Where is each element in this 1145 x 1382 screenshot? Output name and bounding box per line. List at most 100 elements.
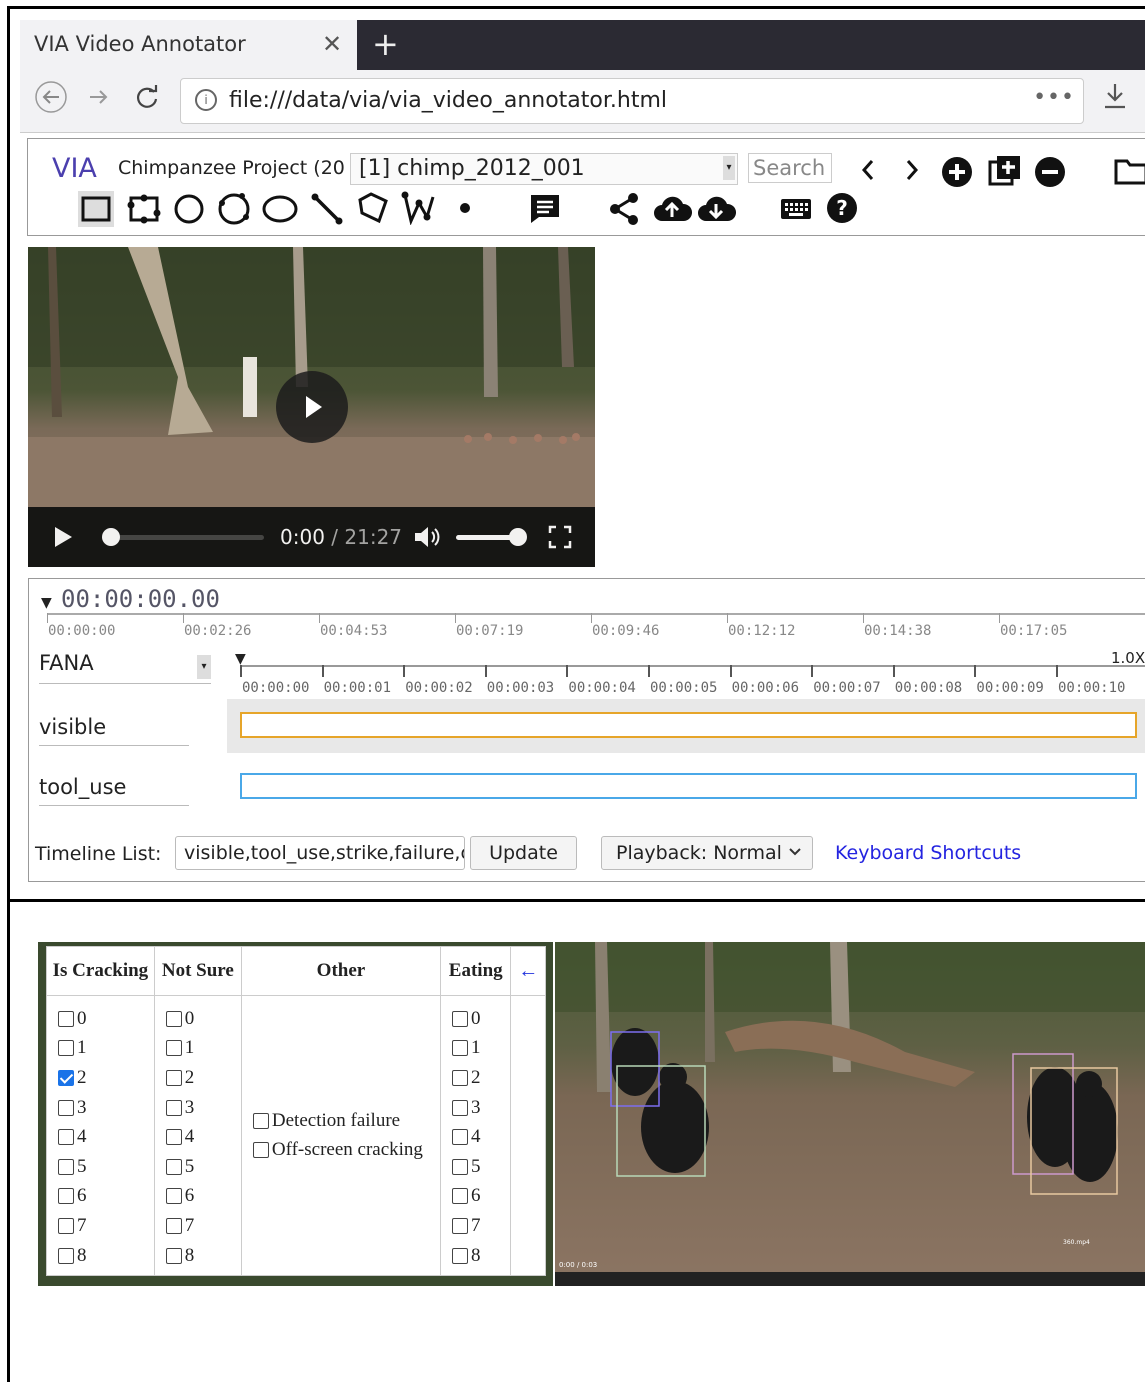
checkbox[interactable] bbox=[165, 1099, 182, 1116]
add-multiple-files-icon[interactable] bbox=[988, 154, 1022, 188]
back-icon[interactable] bbox=[34, 80, 68, 121]
timecode[interactable]: 00:00:00.00 bbox=[61, 585, 220, 613]
seek-bar[interactable] bbox=[102, 528, 264, 546]
track-bar-visible[interactable] bbox=[240, 712, 1137, 738]
checkbox[interactable] bbox=[165, 1040, 182, 1057]
keyboard-icon[interactable] bbox=[780, 197, 812, 221]
track-name-tool-use[interactable]: tool_use bbox=[39, 775, 189, 806]
project-name[interactable]: Chimpanzee Project (2012 bbox=[118, 157, 344, 179]
add-file-icon[interactable] bbox=[941, 156, 973, 188]
checkbox[interactable] bbox=[165, 1217, 182, 1234]
update-button[interactable]: Update bbox=[470, 836, 577, 870]
line-tool-icon[interactable] bbox=[310, 192, 344, 226]
page-actions-icon[interactable]: ••• bbox=[1033, 85, 1075, 110]
checkbox[interactable] bbox=[58, 1158, 74, 1175]
next-file-icon[interactable] bbox=[902, 157, 922, 183]
reload-icon[interactable] bbox=[134, 84, 160, 117]
is-cracking-option[interactable]: 3 bbox=[48, 1093, 153, 1123]
playback-select[interactable]: Playback: Normal bbox=[601, 836, 813, 870]
not-sure-option[interactable]: 0 bbox=[156, 1004, 240, 1034]
circle-tool-icon[interactable] bbox=[173, 193, 205, 225]
checkbox[interactable] bbox=[165, 1129, 182, 1146]
individual-select[interactable]: FANA ▾ bbox=[39, 651, 211, 684]
folder-icon[interactable] bbox=[1114, 157, 1145, 185]
eating-option[interactable]: 8 bbox=[442, 1241, 509, 1271]
checkbox[interactable] bbox=[452, 1247, 469, 1264]
eating-option[interactable]: 7 bbox=[442, 1211, 509, 1241]
extreme-circle-tool-icon[interactable] bbox=[216, 191, 252, 227]
checkbox[interactable] bbox=[452, 1188, 469, 1205]
eating-option[interactable]: 2 bbox=[442, 1063, 509, 1093]
option-off-screen-cracking[interactable]: Off-screen cracking bbox=[243, 1136, 439, 1166]
cloud-download-icon[interactable] bbox=[696, 193, 736, 223]
collapse-arrow-icon[interactable]: ← bbox=[510, 946, 546, 996]
checkbox[interactable] bbox=[165, 1188, 182, 1205]
eating-option[interactable]: 4 bbox=[442, 1122, 509, 1152]
checkbox[interactable] bbox=[58, 1069, 74, 1086]
checkbox[interactable] bbox=[452, 1010, 469, 1027]
not-sure-option[interactable]: 7 bbox=[156, 1211, 240, 1241]
checkbox[interactable] bbox=[58, 1040, 74, 1057]
eating-option[interactable]: 5 bbox=[442, 1152, 509, 1182]
eating-option[interactable]: 0 bbox=[442, 1004, 509, 1034]
extreme-rectangle-tool-icon[interactable] bbox=[126, 193, 162, 225]
not-sure-option[interactable]: 1 bbox=[156, 1034, 240, 1064]
checkbox[interactable] bbox=[165, 1069, 182, 1086]
checkbox[interactable] bbox=[58, 1188, 74, 1205]
file-select[interactable]: [1] chimp_2012_001 ▾ bbox=[350, 153, 738, 185]
checkbox[interactable] bbox=[58, 1247, 74, 1264]
search-input[interactable]: Search bbox=[748, 153, 832, 183]
url-bar[interactable]: i file:///data/via/via_video_annotator.h… bbox=[180, 78, 1084, 124]
checkbox[interactable] bbox=[452, 1069, 469, 1086]
cloud-upload-icon[interactable] bbox=[652, 193, 692, 223]
keyboard-shortcuts-link[interactable]: Keyboard Shortcuts bbox=[835, 842, 1021, 864]
checkbox[interactable] bbox=[165, 1158, 182, 1175]
volume-handle[interactable] bbox=[509, 528, 527, 546]
eating-option[interactable]: 1 bbox=[442, 1034, 509, 1064]
track-name-visible[interactable]: visible bbox=[39, 715, 189, 746]
checkbox[interactable] bbox=[58, 1129, 74, 1146]
new-tab-icon[interactable]: + bbox=[372, 25, 399, 63]
option-detection-failure[interactable]: Detection failure bbox=[243, 1106, 439, 1136]
is-cracking-option[interactable]: 5 bbox=[48, 1152, 153, 1182]
share-icon[interactable] bbox=[608, 192, 640, 226]
ellipse-tool-icon[interactable] bbox=[262, 194, 298, 224]
browser-tab[interactable]: VIA Video Annotator ✕ bbox=[20, 20, 357, 70]
not-sure-option[interactable]: 4 bbox=[156, 1122, 240, 1152]
rectangle-tool-icon[interactable] bbox=[78, 191, 114, 227]
polyline-tool-icon[interactable] bbox=[400, 191, 438, 225]
checkbox[interactable] bbox=[58, 1010, 74, 1027]
is-cracking-option[interactable]: 4 bbox=[48, 1122, 153, 1152]
metadata-editor-icon[interactable] bbox=[528, 192, 562, 226]
seek-handle[interactable] bbox=[102, 528, 120, 546]
checkbox[interactable] bbox=[58, 1217, 74, 1234]
checkbox[interactable] bbox=[452, 1217, 469, 1234]
remove-file-icon[interactable] bbox=[1034, 156, 1066, 188]
checkbox[interactable] bbox=[452, 1129, 469, 1146]
video-player[interactable]: 0:00 / 21:27 bbox=[28, 247, 595, 567]
checkbox[interactable] bbox=[252, 1112, 269, 1129]
not-sure-option[interactable]: 8 bbox=[156, 1241, 240, 1271]
is-cracking-option[interactable]: 8 bbox=[48, 1241, 153, 1271]
eating-option[interactable]: 3 bbox=[442, 1093, 509, 1123]
not-sure-option[interactable]: 3 bbox=[156, 1093, 240, 1123]
fullscreen-icon[interactable] bbox=[548, 525, 572, 553]
forward-icon[interactable] bbox=[86, 84, 112, 117]
close-tab-icon[interactable]: ✕ bbox=[322, 30, 342, 58]
checkbox[interactable] bbox=[252, 1142, 269, 1159]
eating-option[interactable]: 6 bbox=[442, 1182, 509, 1212]
help-icon[interactable]: ? bbox=[826, 192, 858, 224]
checkbox[interactable] bbox=[452, 1040, 469, 1057]
volume-icon[interactable] bbox=[413, 525, 441, 553]
point-tool-icon[interactable] bbox=[458, 201, 472, 215]
play-icon[interactable] bbox=[52, 525, 74, 553]
is-cracking-option[interactable]: 6 bbox=[48, 1182, 153, 1212]
not-sure-option[interactable]: 2 bbox=[156, 1063, 240, 1093]
is-cracking-option[interactable]: 2 bbox=[48, 1063, 153, 1093]
previous-file-icon[interactable] bbox=[858, 157, 878, 183]
checkbox[interactable] bbox=[452, 1099, 469, 1116]
not-sure-option[interactable]: 5 bbox=[156, 1152, 240, 1182]
checkbox[interactable] bbox=[58, 1099, 74, 1116]
timeline-list-input[interactable]: visible,tool_use,strike,failure,c bbox=[175, 836, 465, 870]
track-bar-tool-use[interactable] bbox=[240, 773, 1137, 799]
